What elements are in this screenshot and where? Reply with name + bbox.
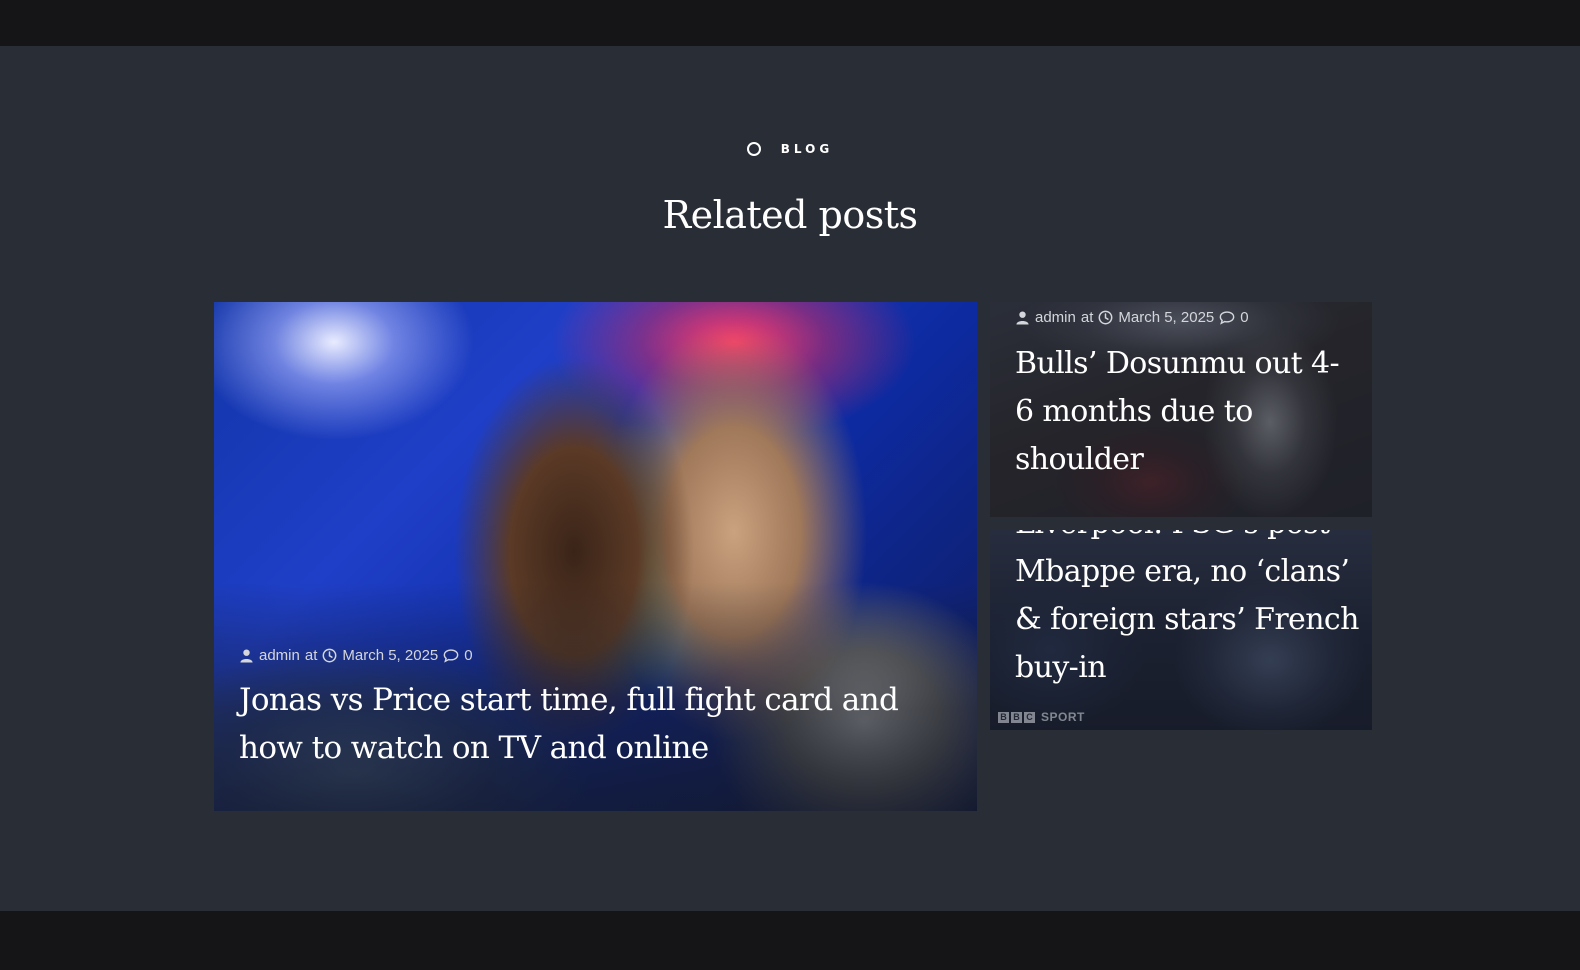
section-tag: BLOG [0, 142, 1580, 156]
watermark-letter: B [998, 711, 1009, 723]
top-bar [0, 0, 1580, 46]
clock-icon [1098, 310, 1113, 325]
post-date: March 5, 2025 [342, 647, 439, 664]
comment-icon [443, 649, 459, 663]
post-meta: admin at March 5, 2025 0 [1015, 309, 1249, 326]
circle-icon [746, 142, 761, 156]
comment-icon [1219, 311, 1235, 325]
post-at: at [304, 647, 318, 664]
post-card[interactable]: admin at March 5, 2025 0 Bulls’ Dosunmu … [990, 302, 1372, 517]
post-title[interactable]: Jonas vs Price start time, full fight ca… [239, 676, 939, 772]
user-icon [240, 649, 253, 663]
post-at: at [1080, 309, 1094, 326]
bottom-bar [0, 911, 1580, 970]
watermark-letter: C [1024, 711, 1035, 723]
post-card[interactable]: Liverpool: PSG’s post-Mbappe era, no ‘cl… [990, 530, 1372, 730]
section-title: Related posts [662, 193, 918, 237]
post-author[interactable]: admin [1035, 309, 1076, 326]
post-author[interactable]: admin [259, 647, 300, 664]
post-title[interactable]: Bulls’ Dosunmu out 4-6 months due to sho… [1015, 340, 1355, 484]
watermark-letter: B [1011, 711, 1022, 723]
post-meta: admin at March 5, 2025 0 [239, 647, 473, 664]
bbc-sport-watermark: B B C SPORT [998, 710, 1085, 724]
section-tag-label: BLOG [780, 142, 834, 156]
post-comment-count[interactable]: 0 [464, 647, 472, 664]
post-date: March 5, 2025 [1118, 309, 1215, 326]
watermark-word: SPORT [1041, 710, 1085, 724]
user-icon [1016, 311, 1029, 325]
post-card-featured[interactable]: admin at March 5, 2025 0 Jonas vs Price … [214, 302, 977, 811]
post-title[interactable]: Liverpool: PSG’s post-Mbappe era, no ‘cl… [1015, 530, 1360, 692]
clock-icon [322, 648, 337, 663]
post-comment-count[interactable]: 0 [1240, 309, 1248, 326]
